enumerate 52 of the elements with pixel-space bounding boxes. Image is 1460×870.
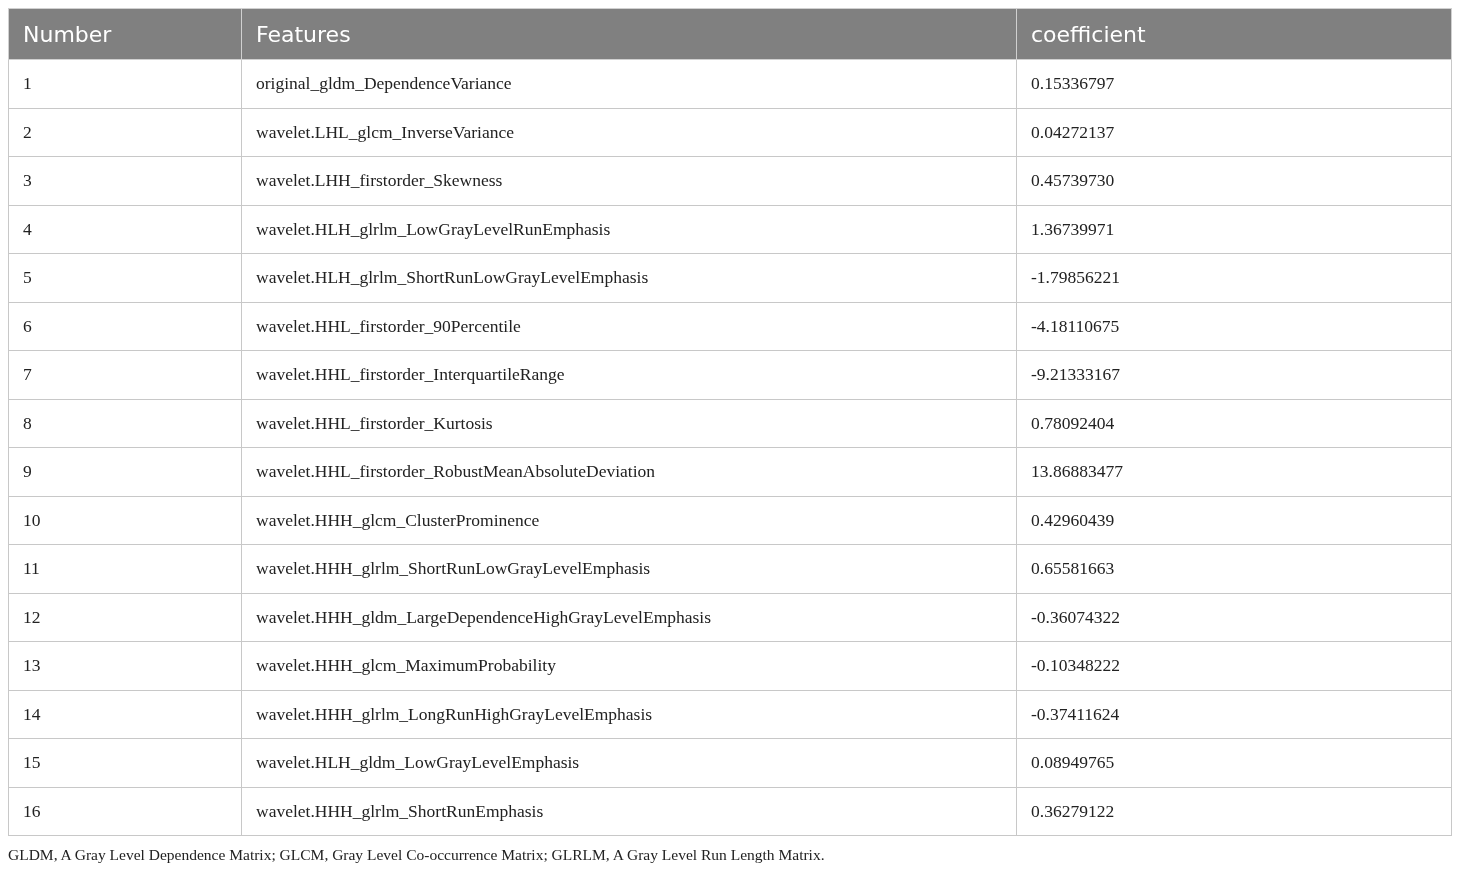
table-cell: wavelet.HHH_gldm_LargeDependenceHighGrayLevelEmphasis: [241, 593, 1017, 642]
table-cell: 14: [8, 690, 242, 739]
table-cell: 15: [8, 738, 242, 787]
table-cell: 11: [8, 544, 242, 593]
table-cell: 9: [8, 447, 242, 496]
table-cell: 7: [8, 350, 242, 399]
table-cell: 2: [8, 108, 242, 157]
table-cell: -9.21333167: [1016, 350, 1452, 399]
table-cell: wavelet.HHH_glrlm_ShortRunEmphasis: [241, 787, 1017, 836]
table-cell: -0.37411624: [1016, 690, 1452, 739]
table-cell: wavelet.HHL_firstorder_Kurtosis: [241, 399, 1017, 448]
table-cell: wavelet.HHL_firstorder_InterquartileRange: [241, 350, 1017, 399]
column-header: coefficient: [1016, 8, 1452, 60]
table-cell: 0.45739730: [1016, 156, 1452, 205]
table-cell: 12: [8, 593, 242, 642]
table-cell: wavelet.HLH_glrlm_LowGrayLevelRunEmphasis: [241, 205, 1017, 254]
table-cell: 3: [8, 156, 242, 205]
table-cell: 4: [8, 205, 242, 254]
table-cell: wavelet.HHH_glcm_ClusterProminence: [241, 496, 1017, 545]
table-cell: wavelet.HHL_firstorder_90Percentile: [241, 302, 1017, 351]
table-cell: original_gldm_DependenceVariance: [241, 59, 1017, 108]
table-cell: 0.15336797: [1016, 59, 1452, 108]
table-cell: wavelet.LHL_glcm_InverseVariance: [241, 108, 1017, 157]
column-header: Number: [8, 8, 242, 60]
table-cell: wavelet.HHH_glcm_MaximumProbability: [241, 641, 1017, 690]
table-cell: wavelet.HHL_firstorder_RobustMeanAbsoluteDeviation: [241, 447, 1017, 496]
table-cell: wavelet.HHH_glrlm_LongRunHighGrayLevelEmphasis: [241, 690, 1017, 739]
table-cell: 13: [8, 641, 242, 690]
table-cell: 0.08949765: [1016, 738, 1452, 787]
table-cell: 8: [8, 399, 242, 448]
table-cell: 10: [8, 496, 242, 545]
table-cell: 0.04272137: [1016, 108, 1452, 157]
table-cell: wavelet.HLH_glrlm_ShortRunLowGrayLevelEmphasis: [241, 253, 1017, 302]
table-cell: -0.10348222: [1016, 641, 1452, 690]
table-cell: -0.36074322: [1016, 593, 1452, 642]
table-cell: 6: [8, 302, 242, 351]
table-cell: 0.36279122: [1016, 787, 1452, 836]
table-cell: -1.79856221: [1016, 253, 1452, 302]
table-cell: -4.18110675: [1016, 302, 1452, 351]
table-cell: 1.36739971: [1016, 205, 1452, 254]
column-header: Features: [241, 8, 1017, 60]
table-cell: wavelet.HHH_glrlm_ShortRunLowGrayLevelEmphasis: [241, 544, 1017, 593]
table-cell: 5: [8, 253, 242, 302]
table-cell: 0.78092404: [1016, 399, 1452, 448]
table-cell: 0.65581663: [1016, 544, 1452, 593]
table-footnote: GLDM, A Gray Level Dependence Matrix; GLCM, Gray Level Co-occurrence Matrix; GLRLM, A Gray Level Run Length Matrix.: [8, 846, 826, 864]
table-cell: 16: [8, 787, 242, 836]
table-cell: wavelet.HLH_gldm_LowGrayLevelEmphasis: [241, 738, 1017, 787]
table-cell: 0.42960439: [1016, 496, 1452, 545]
table-cell: 13.86883477: [1016, 447, 1452, 496]
table-cell: 1: [8, 59, 242, 108]
table-cell: wavelet.LHH_firstorder_Skewness: [241, 156, 1017, 205]
